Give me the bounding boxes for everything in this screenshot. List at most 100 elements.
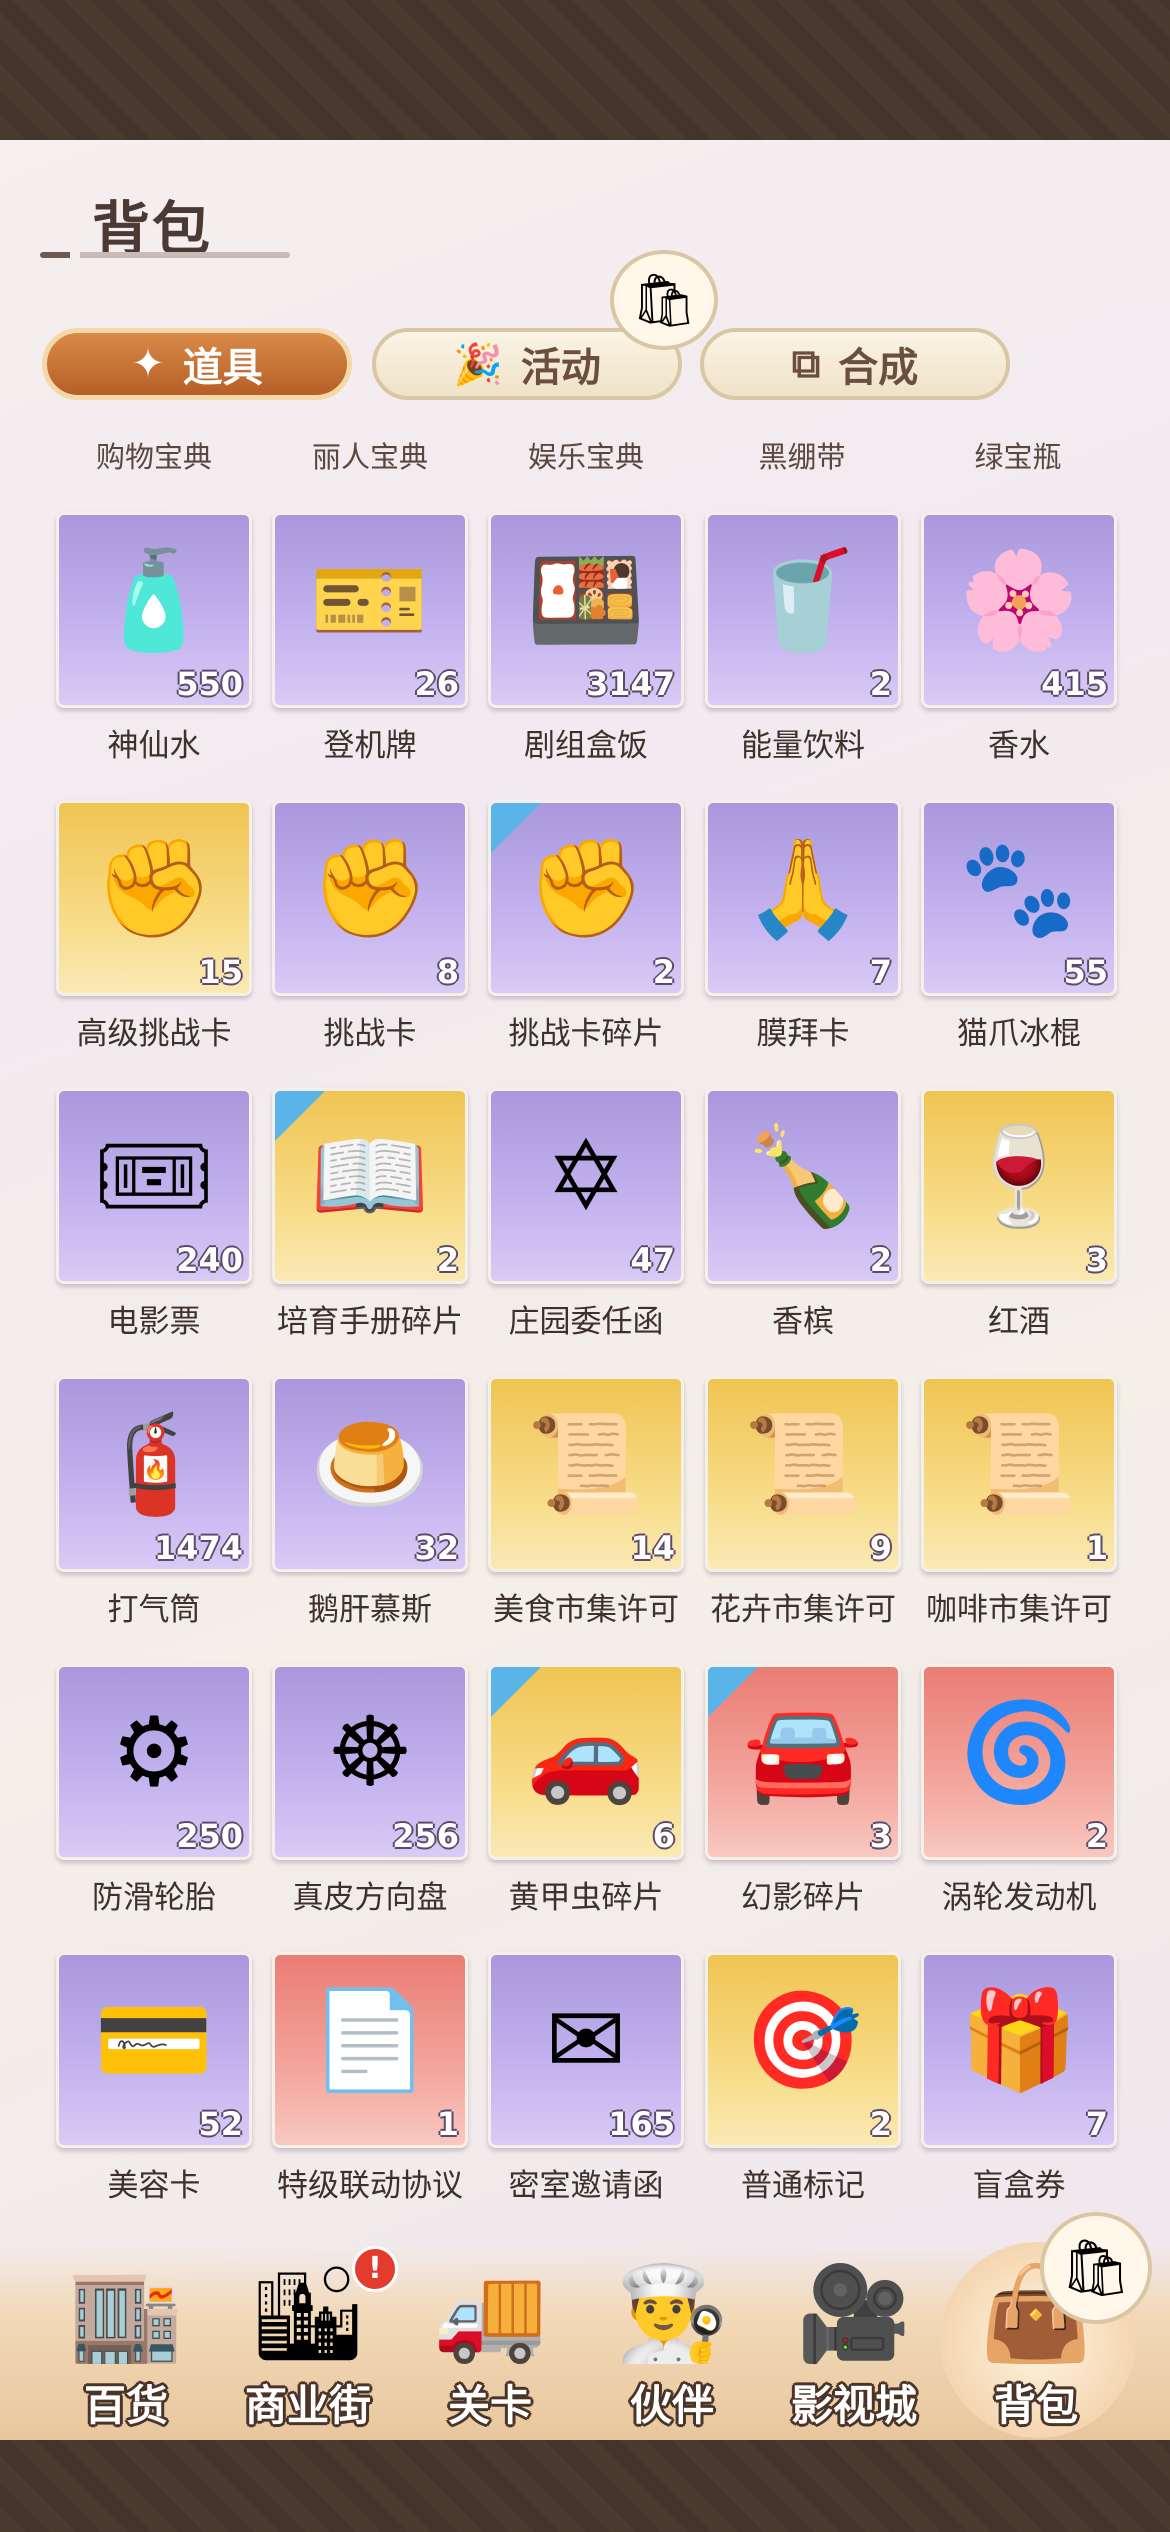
inventory-item[interactable]: 🐾 55 猫爪冰棍 [921,800,1121,1070]
item-card[interactable]: 🥤 2 [705,512,901,708]
item-name: 特级联动协议 [277,2168,463,2204]
inventory-item[interactable]: 🙏 7 膜拜卡 [705,800,905,1070]
item-count: 3 [869,1817,892,1855]
inventory-item[interactable]: 🌀 2 涡轮发动机 [921,1664,1121,1934]
item-card[interactable]: 🚗 6 [488,1664,684,1860]
inventory-item[interactable]: 📜 9 花卉市集许可 [705,1376,905,1646]
item-card[interactable]: 📜 1 [921,1376,1117,1572]
partner-chef-icon: 👨‍🍳 [614,2260,730,2367]
inventory-item[interactable]: 📄 1 特级联动协议 [272,1952,472,2222]
item-count: 2 [869,2105,892,2143]
inventory-item[interactable]: ✊ 15 高级挑战卡 [56,800,256,1070]
inventory-item[interactable]: 🎯 2 普通标记 [705,1952,905,2222]
nav-item[interactable]: 🏬 百货 [36,2246,216,2440]
item-card[interactable]: 🍮 32 [272,1376,468,1572]
item-count: 256 [392,1817,459,1855]
item-icon: 🙏 [743,832,863,944]
inventory-item[interactable]: ✊ 2 挑战卡碎片 [488,800,688,1070]
item-name: 庄园委任函 [508,1304,664,1340]
inventory-item[interactable]: 🍮 32 鹅肝慕斯 [272,1376,472,1646]
tab-label: 活动 [520,345,601,391]
inventory-item[interactable]: 🧯 1474 打气筒 [56,1376,256,1646]
inventory-item[interactable]: 📖 2 培育手册碎片 [272,1088,472,1358]
shopping-bag-icon[interactable]: 🛍 [1040,2212,1152,2324]
item-card[interactable]: 🎫 26 [272,512,468,708]
inventory-item[interactable]: 📜 14 美食市集许可 [488,1376,688,1646]
item-card[interactable]: 🎁 7 [921,1952,1117,2148]
screen: 背包 ✦ 道具 🎉 活动 ⧉ 合成 🛍 购物宝典 丽人宝典 娱乐宝典 黑绷带 绿… [0,0,1170,2532]
item-card[interactable]: ☸ 256 [272,1664,468,1860]
item-card[interactable]: 🌀 2 [921,1664,1117,1860]
item-count: 55 [1063,953,1108,991]
merge-icon: ⧉ [791,341,821,387]
shopping-bag-icon[interactable]: 🛍 [610,250,718,350]
item-name: 能量饮料 [741,728,865,764]
item-card[interactable]: 🍱 3147 [488,512,684,708]
inventory-item[interactable]: 🧴 550 神仙水 [56,512,256,782]
item-card[interactable]: 🎯 2 [705,1952,901,2148]
nav-label: 伙伴 [629,2381,714,2430]
tab-items[interactable]: ✦ 道具 [42,328,352,400]
subcategory-item[interactable]: 娱乐宝典 [478,434,694,476]
inventory-item[interactable]: ✡ 47 庄园委任函 [488,1088,688,1358]
tab-synthesis[interactable]: ⧉ 合成 [700,328,1010,400]
item-name: 神仙水 [107,728,201,764]
item-card[interactable]: ✉ 165 [488,1952,684,2148]
item-name: 盲盒券 [972,2168,1066,2204]
item-count: 52 [198,2105,243,2143]
item-icon: ⚙ [110,1696,198,1808]
inventory-item[interactable]: 🍷 3 红酒 [921,1088,1121,1358]
inventory-item[interactable]: 🍾 2 香槟 [705,1088,905,1358]
item-name: 电影票 [107,1304,201,1340]
item-count: 1 [1085,1529,1108,1567]
item-card[interactable]: 📄 1 [272,1952,468,2148]
item-card[interactable]: 🍷 3 [921,1088,1117,1284]
inventory-item[interactable]: ✉ 165 密室邀请函 [488,1952,688,2222]
nav-item[interactable]: 🚚 关卡 [400,2246,580,2440]
inventory-item[interactable]: 🎁 7 盲盒券 [921,1952,1121,2222]
inventory-item[interactable]: ☸ 256 真皮方向盘 [272,1664,472,1934]
item-card[interactable]: 🎟 240 [56,1088,252,1284]
item-card[interactable]: 🧴 550 [56,512,252,708]
inventory-item[interactable]: 🌸 415 香水 [921,512,1121,782]
nav-item[interactable]: 🏙! 商业街 [218,2246,398,2440]
item-card[interactable]: ✡ 47 [488,1088,684,1284]
item-card[interactable]: 📜 14 [488,1376,684,1572]
item-card[interactable]: 📜 9 [705,1376,901,1572]
item-card[interactable]: 🧯 1474 [56,1376,252,1572]
item-count: 2 [436,1241,459,1279]
inventory-item[interactable]: 🎟 240 电影票 [56,1088,256,1358]
inventory-item[interactable]: 📜 1 咖啡市集许可 [921,1376,1121,1646]
nav-item[interactable]: 🎥 影视城 [764,2246,944,2440]
subcategory-item[interactable]: 黑绷带 [694,434,910,476]
item-card[interactable]: 📖 2 [272,1088,468,1284]
item-card[interactable]: 🍾 2 [705,1088,901,1284]
subcategory-item[interactable]: 绿宝瓶 [910,434,1126,476]
inventory-item[interactable]: 🚗 6 黄甲虫碎片 [488,1664,688,1934]
subcategory-item[interactable]: 购物宝典 [46,434,262,476]
inventory-item[interactable]: 🥤 2 能量饮料 [705,512,905,782]
inventory-item[interactable]: ✊ 8 挑战卡 [272,800,472,1070]
item-card[interactable]: 💳 52 [56,1952,252,2148]
item-card[interactable]: 🙏 7 [705,800,901,996]
item-card[interactable]: 🚘 3 [705,1664,901,1860]
inventory-item[interactable]: ⚙ 250 防滑轮胎 [56,1664,256,1934]
inventory-item[interactable]: 💳 52 美容卡 [56,1952,256,2222]
item-card[interactable]: ✊ 2 [488,800,684,996]
bottom-frame [0,2440,1170,2532]
item-card[interactable]: 🌸 415 [921,512,1117,708]
item-icon: 🍱 [526,544,646,656]
inventory-item[interactable]: 🚘 3 幻影碎片 [705,1664,905,1934]
item-card[interactable]: ✊ 15 [56,800,252,996]
item-card[interactable]: ✊ 8 [272,800,468,996]
item-name: 挑战卡 [323,1016,417,1052]
item-name: 美食市集许可 [493,1592,679,1628]
item-icon: 🍷 [959,1120,1079,1232]
inventory-item[interactable]: 🍱 3147 剧组盒饭 [488,512,688,782]
item-card[interactable]: ⚙ 250 [56,1664,252,1860]
subcategory-item[interactable]: 丽人宝典 [262,434,478,476]
inventory-item[interactable]: 🎫 26 登机牌 [272,512,472,782]
item-name: 剧组盒饭 [524,728,648,764]
nav-item[interactable]: 👨‍🍳 伙伴 [582,2246,762,2440]
item-card[interactable]: 🐾 55 [921,800,1117,996]
